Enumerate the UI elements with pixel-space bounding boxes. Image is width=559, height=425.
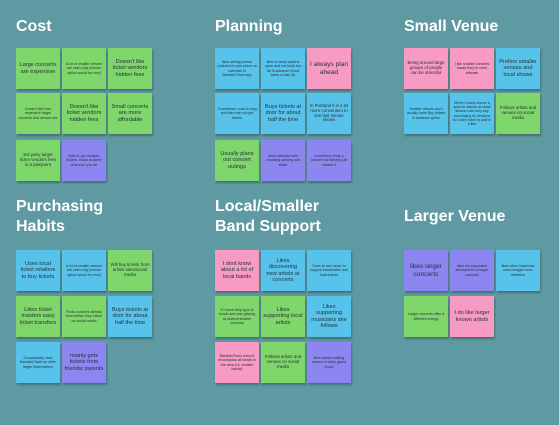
sticky-note[interactable]: Doesn't like ticket vendors hidden fees (108, 48, 152, 89)
sticky-note[interactable]: likes the populated atmosphere of larger… (450, 250, 494, 291)
sticky-note[interactable]: Smaller venues don't usually have Buy ti… (404, 93, 448, 134)
sticky-note[interactable]: Likes ticket masters easy ticket transfe… (16, 296, 60, 337)
sticky-note[interactable]: Sometimes I wait to long and then can no… (215, 93, 259, 134)
sticky-note[interactable]: When I could secure a spot for stands at… (450, 93, 494, 134)
sticky-note[interactable]: likes when band has more budget more the… (496, 250, 540, 291)
sticky-note[interactable]: Follows artists and venues on social med… (496, 93, 540, 134)
sticky-note[interactable]: I dont know about a lot of local bands (215, 250, 259, 291)
sticky-note[interactable]: likes bands making covers of video game … (307, 342, 351, 383)
sticky-note[interactable]: Bandsin/Town doesn't encompass all bands… (215, 342, 259, 383)
sticky-note[interactable]: I like smaller concerts cause they're mo… (450, 48, 494, 89)
sticky-note[interactable]: A lot of smaller venues are cash only (v… (62, 250, 106, 291)
sticky-note[interactable]: If I know they type of music and was pla… (215, 296, 259, 337)
sticky-note[interactable]: Buys tickets at door for about half the … (261, 93, 305, 134)
sticky-note[interactable]: Likes supporting musicians she follows (307, 296, 351, 337)
sticky-note[interactable]: Likes supporting local artists (261, 296, 305, 337)
heading-cost: Cost (16, 18, 52, 35)
sticky-note[interactable]: Doesn't like how expensive larger concer… (16, 93, 60, 134)
sticky-note[interactable]: I do like larger known artists (450, 296, 494, 337)
sticky-note[interactable]: likes seeing shows collected in one plac… (215, 48, 259, 89)
heading-line: Local/Smaller (215, 198, 320, 215)
sticky-note[interactable]: I always plan ahead (307, 48, 351, 89)
sticky-note[interactable]: mainly gets tickets from friends/ parent… (62, 342, 106, 383)
sticky-note[interactable]: Follows artists and venues on social med… (261, 342, 305, 383)
heading-line: Purchasing (16, 198, 104, 215)
sticky-note[interactable]: Goes to see music to support bandmates a… (307, 250, 351, 291)
sticky-note[interactable]: Being around large groups of people can … (404, 48, 448, 89)
heading-small-venue: Small Venue (404, 18, 499, 35)
sticky-note[interactable]: likes to keep options open and not book … (261, 48, 305, 89)
sticky-note[interactable]: In Portland it is a bit more convenient … (307, 93, 351, 134)
sticky-note[interactable]: Larger concerts offer a different energy (404, 296, 448, 337)
sticky-note[interactable]: Usually plans out concert outings (215, 140, 259, 181)
sticky-note[interactable]: Likes discovering new artists at concert… (261, 250, 305, 291)
sticky-note[interactable]: likes larger concerts (404, 250, 448, 291)
sticky-note[interactable]: Small concerts are more affordable (108, 93, 152, 134)
sticky-note[interactable]: Prefers smaller venues and local shows (496, 48, 540, 89)
sticky-note[interactable]: Most stressed with choosing parking and … (261, 140, 305, 181)
sticky-note[interactable]: Large concerts are expensive (16, 48, 60, 89)
heading-line: Habits (16, 218, 65, 235)
sticky-note[interactable]: Occasionally uses Bandsin/Town or other … (16, 342, 60, 383)
heading-local-band-support: Local/Smaller Band Support (215, 197, 321, 237)
sticky-note[interactable]: sometimes finds a concert but literally … (307, 140, 351, 181)
sticky-note[interactable]: Buys tickets at door for about half the … (108, 296, 152, 337)
sticky-note[interactable]: Finds concerts directly from artists the… (62, 296, 106, 337)
heading-planning: Planning (215, 18, 283, 35)
sticky-note[interactable]: Uses local ticket retailers to buy ticke… (16, 250, 60, 291)
sticky-note[interactable]: likes to get cheaper tickets, music is s… (62, 140, 106, 181)
sticky-note[interactable]: A lot of smaller venues are cash only (v… (62, 48, 106, 89)
sticky-note[interactable]: Will buy tickets from artists sites/soci… (108, 250, 152, 291)
sticky-note[interactable]: Doesn't like ticket vendors hidden fees (62, 93, 106, 134)
heading-purchasing-habits: Purchasing Habits (16, 197, 103, 237)
sticky-note[interactable]: 3rd party larger ticket vendors fees is … (16, 140, 60, 181)
heading-larger-venue: Larger Venue (404, 208, 506, 225)
heading-line: Band Support (215, 218, 321, 235)
